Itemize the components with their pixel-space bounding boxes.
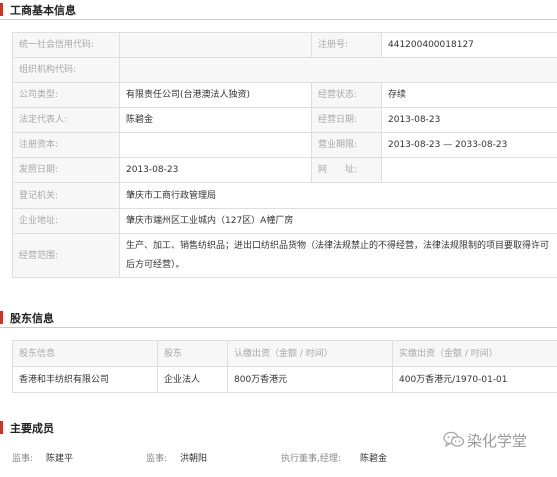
table-row: 组织机构代码:	[12, 57, 557, 83]
member-role: 监事:	[12, 454, 34, 464]
authority-label: 登记机关:	[12, 182, 120, 209]
member-item: 监事: 洪朝阳	[146, 452, 207, 466]
issue-date-label: 发照日期:	[12, 157, 120, 183]
status-value: 存续	[381, 82, 557, 108]
section-divider	[0, 327, 557, 328]
operate-date-label: 经营日期:	[311, 107, 382, 133]
subscribed-capital: 800万香港元	[227, 366, 393, 393]
business-info-table: 统一社会信用代码: 注册号: 441200400018127 组织机构代码: 公…	[12, 32, 557, 278]
scope-label: 经营范围:	[12, 233, 120, 278]
section-marker	[0, 311, 3, 324]
address-value: 肇庆市端州区工业城内（127区）A幢厂房	[119, 208, 557, 234]
table-row: 统一社会信用代码: 注册号: 441200400018127	[12, 32, 557, 58]
shareholder-name: 香港和丰纺织有限公司	[12, 366, 158, 393]
business-info-title: 工商基本信息	[10, 4, 76, 17]
business-info-header: 工商基本信息	[0, 0, 557, 20]
term-value: 2013-08-23 — 2033-08-23	[381, 132, 557, 158]
members-title: 主要成员	[10, 422, 54, 435]
address-label: 企业地址:	[12, 208, 120, 234]
column-header: 股东信息	[12, 340, 158, 367]
member-item: 执行董事,经理: 陈碧金	[281, 452, 387, 466]
member-item: 监事: 陈建平	[12, 452, 73, 466]
legal-rep-label: 法定代表人:	[12, 107, 120, 133]
table-row: 企业地址: 肇庆市端州区工业城内（127区）A幢厂房	[12, 208, 557, 234]
table-row: 法定代表人: 陈碧金 经营日期: 2013-08-23	[12, 107, 557, 133]
section-marker	[0, 3, 3, 16]
section-marker	[0, 421, 3, 434]
table-row: 发照日期: 2013-08-23 网 址:	[12, 157, 557, 183]
credit-code-label: 统一社会信用代码:	[12, 32, 120, 58]
column-header: 股东	[157, 340, 228, 367]
wechat-icon	[443, 431, 465, 449]
member-name: 洪朝阳	[180, 454, 208, 464]
operate-date-value: 2013-08-23	[381, 107, 557, 133]
table-header-row: 股东信息 股东 认缴出资（金额 / 时间） 实缴出资（金额 / 时间）	[12, 340, 557, 367]
watermark-text: 染化学堂	[467, 432, 528, 450]
website-value	[381, 157, 557, 183]
term-label: 营业期限:	[311, 132, 382, 158]
paid-capital: 400万香港元/1970-01-01	[392, 366, 557, 393]
scope-value: 生产、加工、销售纺织品；进出口纺织品货物（法律法规禁止的不得经营，法律法规限制的…	[119, 233, 557, 278]
table-row: 香港和丰纺织有限公司 企业法人 800万香港元 400万香港元/1970-01-…	[12, 366, 557, 393]
shareholders-table: 股东信息 股东 认缴出资（金额 / 时间） 实缴出资（金额 / 时间） 香港和丰…	[12, 340, 557, 393]
member-role: 监事:	[146, 454, 168, 464]
table-row: 登记机关: 肇庆市工商行政管理局	[12, 182, 557, 209]
table-row: 公司类型: 有限责任公司(台港澳法人独资) 经营状态: 存续	[12, 82, 557, 108]
table-row: 注册资本: 营业期限: 2013-08-23 — 2033-08-23	[12, 132, 557, 158]
company-type-value: 有限责任公司(台港澳法人独资)	[119, 82, 312, 108]
reg-capital-label: 注册资本:	[12, 132, 120, 158]
reg-no-value: 441200400018127	[381, 32, 557, 58]
org-code-label: 组织机构代码:	[12, 57, 120, 83]
website-label: 网 址:	[311, 157, 382, 183]
company-type-label: 公司类型:	[12, 82, 120, 108]
section-divider	[0, 19, 557, 20]
column-header: 实缴出资（金额 / 时间）	[392, 340, 557, 367]
reg-capital-value	[119, 132, 312, 158]
shareholders-title: 股东信息	[10, 312, 54, 325]
member-role: 执行董事,经理:	[281, 454, 341, 464]
member-name: 陈碧金	[360, 454, 388, 464]
authority-value: 肇庆市工商行政管理局	[119, 182, 557, 209]
table-row: 经营范围: 生产、加工、销售纺织品；进出口纺织品货物（法律法规禁止的不得经营，法…	[12, 233, 557, 278]
reg-no-label: 注册号:	[311, 32, 382, 58]
issue-date-value: 2013-08-23	[119, 157, 312, 183]
org-code-value	[119, 57, 557, 83]
legal-rep-value: 陈碧金	[119, 107, 312, 133]
member-name: 陈建平	[46, 454, 74, 464]
column-header: 认缴出资（金额 / 时间）	[227, 340, 393, 367]
shareholder-type: 企业法人	[157, 366, 228, 393]
status-label: 经营状态:	[311, 82, 382, 108]
credit-code-value	[119, 32, 312, 58]
shareholders-header: 股东信息	[0, 308, 557, 328]
